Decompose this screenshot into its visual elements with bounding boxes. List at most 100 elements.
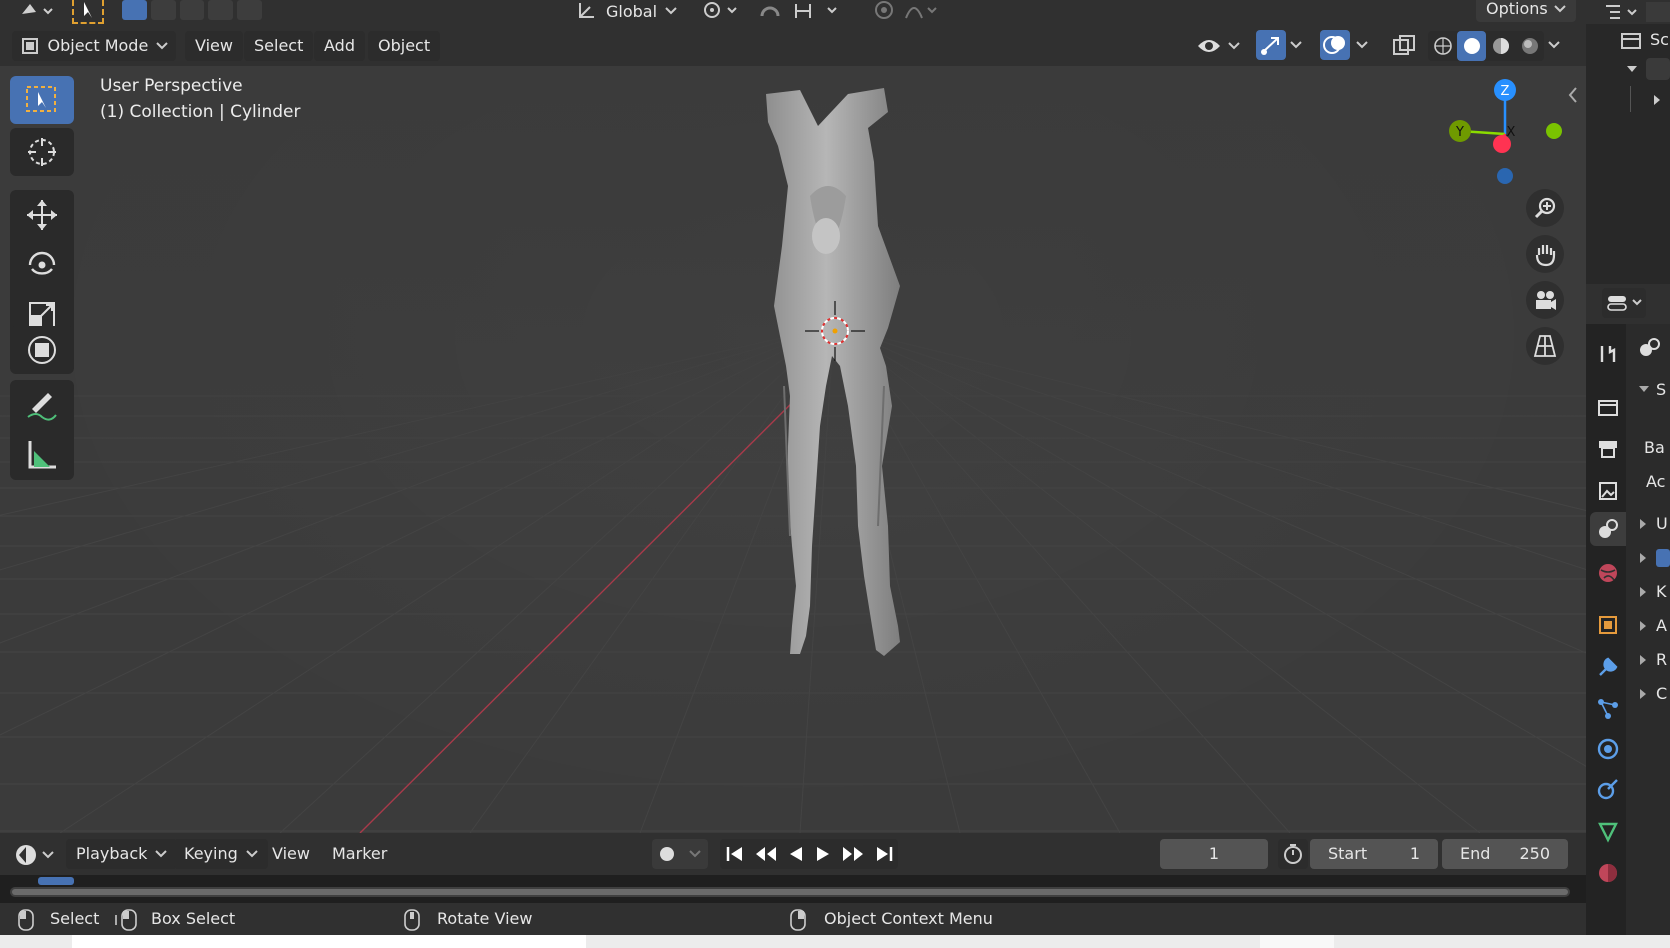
material-shading-icon[interactable] [1486, 31, 1515, 61]
select-tool-icon[interactable] [72, 0, 104, 24]
overlays-toggle-button[interactable] [1320, 30, 1350, 60]
y-axis-label: Y [1455, 125, 1464, 140]
render-props-icon[interactable] [1590, 390, 1626, 424]
mode-invert-icon[interactable] [208, 0, 234, 20]
collapse-arrow-icon[interactable] [1638, 688, 1648, 700]
transform-tool[interactable] [10, 326, 74, 374]
timeline-view-menu[interactable]: View [262, 839, 320, 869]
visibility-dropdown[interactable] [1196, 32, 1246, 60]
collapse-arrow-icon[interactable] [1638, 552, 1648, 564]
options-dropdown[interactable]: Options [1476, 0, 1576, 22]
constraints-props-icon[interactable] [1590, 772, 1626, 806]
preview-range-toggle[interactable] [1278, 839, 1308, 869]
particles-props-icon[interactable] [1590, 692, 1626, 726]
properties-editor-type[interactable] [1602, 288, 1646, 318]
keying-menu[interactable]: Keying [174, 839, 268, 869]
modifier-props-icon[interactable] [1590, 650, 1626, 684]
menu-select[interactable]: Select [244, 31, 314, 61]
menu-add[interactable]: Add [314, 31, 365, 61]
chevron-down-icon[interactable] [1548, 40, 1560, 50]
mode-extend-icon[interactable] [150, 0, 176, 20]
output-props-icon[interactable] [1590, 432, 1626, 466]
physics-props-icon[interactable] [1590, 732, 1626, 766]
chevron-down-icon[interactable] [1290, 40, 1302, 50]
proportional-editing-icon[interactable] [870, 0, 940, 22]
camera-icon[interactable] [1526, 281, 1564, 319]
collapse-arrow-icon[interactable] [1638, 620, 1648, 632]
expand-arrow-icon[interactable] [1626, 64, 1638, 74]
timeline-editor-type[interactable] [14, 841, 58, 869]
select-box-tool[interactable] [10, 76, 74, 124]
tool-props-icon[interactable] [1590, 337, 1626, 371]
next-keyframe-icon[interactable] [841, 845, 865, 863]
panel-label-units: U [1656, 514, 1668, 533]
expand-arrow-icon[interactable] [1638, 384, 1650, 394]
perspective-toggle-icon[interactable] [1526, 327, 1564, 365]
mode-subtract-icon[interactable] [179, 0, 205, 20]
outliner-editor-icon[interactable] [1604, 2, 1644, 22]
snap-icons[interactable] [756, 0, 856, 22]
wireframe-shading-icon[interactable] [1428, 31, 1457, 61]
current-frame-field[interactable]: 1 [1160, 839, 1268, 869]
panel-checkbox[interactable] [1656, 549, 1670, 567]
z-axis-label: Z [1501, 84, 1510, 99]
menu-view[interactable]: View [185, 31, 243, 61]
start-label: Start [1328, 844, 1368, 863]
scrollbar-thumb[interactable] [12, 889, 1568, 895]
pan-hand-icon[interactable] [1526, 235, 1564, 273]
taskbar-search-box[interactable] [72, 935, 586, 948]
end-frame-field[interactable]: End 250 [1442, 839, 1568, 869]
xray-toggle-icon[interactable] [1390, 32, 1418, 60]
transform-orientation-dropdown[interactable]: Global [576, 0, 692, 22]
rendered-shading-icon[interactable] [1515, 31, 1544, 61]
marker-menu[interactable]: Marker [322, 839, 397, 869]
navigation-gizmo[interactable]: Z Y X [1440, 76, 1570, 206]
measure-tool[interactable] [10, 430, 74, 480]
start-frame-field[interactable]: Start 1 [1310, 839, 1438, 869]
jump-end-icon[interactable] [874, 845, 894, 863]
collapse-arrow-icon[interactable] [1638, 654, 1648, 666]
play-icon[interactable] [814, 845, 832, 863]
selection-mode-buttons[interactable] [122, 0, 262, 22]
collapse-arrow-icon[interactable] [1638, 518, 1648, 530]
move-tool[interactable] [10, 190, 74, 240]
timeline-scrub-area[interactable] [0, 875, 1586, 903]
neg-z-axis-icon[interactable] [1497, 168, 1513, 184]
shading-modes[interactable] [1428, 31, 1544, 61]
playhead-indicator[interactable] [38, 877, 74, 885]
jump-start-icon[interactable] [725, 845, 745, 863]
auto-keying-toggle[interactable] [652, 839, 708, 869]
data-props-icon[interactable] [1590, 814, 1626, 848]
sidebar-toggle-icon[interactable] [1566, 86, 1580, 104]
playback-menu[interactable]: Playback [66, 839, 178, 869]
mouse-left-icon [18, 909, 34, 931]
rotate-tool[interactable] [10, 240, 74, 290]
expand-arrow-icon[interactable] [1652, 94, 1662, 106]
prev-keyframe-icon[interactable] [754, 845, 778, 863]
mode-intersect-icon[interactable] [237, 0, 262, 20]
solid-shading-icon[interactable] [1457, 31, 1486, 61]
menu-object[interactable]: Object [368, 31, 441, 61]
mode-set-icon[interactable] [122, 0, 147, 20]
mode-dropdown[interactable]: Object Mode [12, 31, 176, 61]
object-props-icon[interactable] [1590, 608, 1626, 642]
annotate-tool[interactable] [10, 380, 74, 430]
gizmo-toggle-button[interactable] [1256, 30, 1286, 60]
scene-props-tab[interactable] [1590, 512, 1626, 546]
deer-model[interactable] [0, 66, 1586, 833]
taskbar-item[interactable] [1260, 935, 1334, 948]
world-props-icon[interactable] [1590, 556, 1626, 590]
cursor-tool[interactable] [10, 128, 74, 176]
material-props-icon[interactable] [1590, 856, 1626, 890]
zoom-icon[interactable] [1526, 189, 1564, 227]
view-layer-props-icon[interactable] [1590, 474, 1626, 508]
collapse-arrow-icon[interactable] [1638, 586, 1648, 598]
3d-viewport[interactable]: User Perspective (1) Collection | Cylind… [0, 66, 1586, 833]
editor-type-icon[interactable] [16, 0, 56, 22]
neg-x-axis-icon[interactable] [1546, 123, 1562, 139]
pivot-point-icon[interactable] [700, 0, 744, 22]
chevron-down-icon[interactable] [1356, 40, 1368, 50]
outliner-filter-icon[interactable] [1646, 2, 1670, 22]
play-reverse-icon[interactable] [787, 845, 805, 863]
timeline-scrollbar[interactable] [10, 887, 1570, 897]
